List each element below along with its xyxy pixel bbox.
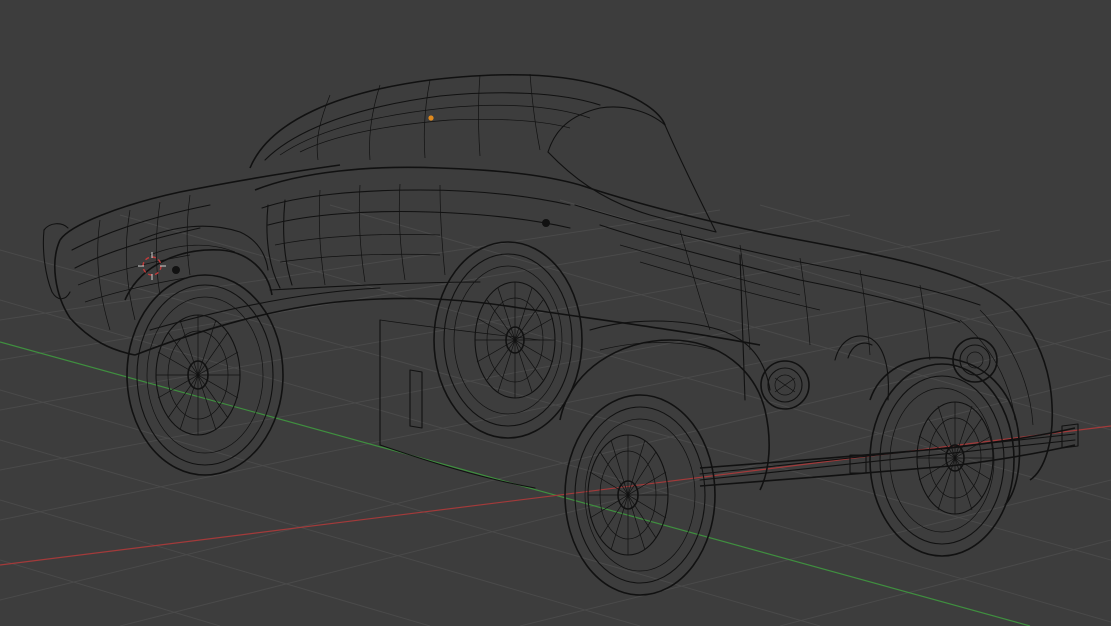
car-roof	[249, 73, 717, 233]
car-side-body	[134, 287, 761, 489]
object-origin-point[interactable]	[428, 115, 434, 121]
wheel-front-left	[564, 394, 716, 596]
car-wireframe-mesh[interactable]	[42, 73, 1079, 596]
rear-light-detail	[172, 266, 180, 274]
front-bumper	[699, 423, 1079, 487]
headlight-left	[760, 360, 810, 410]
viewport-canvas[interactable]	[0, 0, 1111, 626]
fuel-cap-detail	[542, 219, 550, 227]
3d-viewport[interactable]	[0, 0, 1111, 626]
car-cabin	[254, 166, 581, 291]
